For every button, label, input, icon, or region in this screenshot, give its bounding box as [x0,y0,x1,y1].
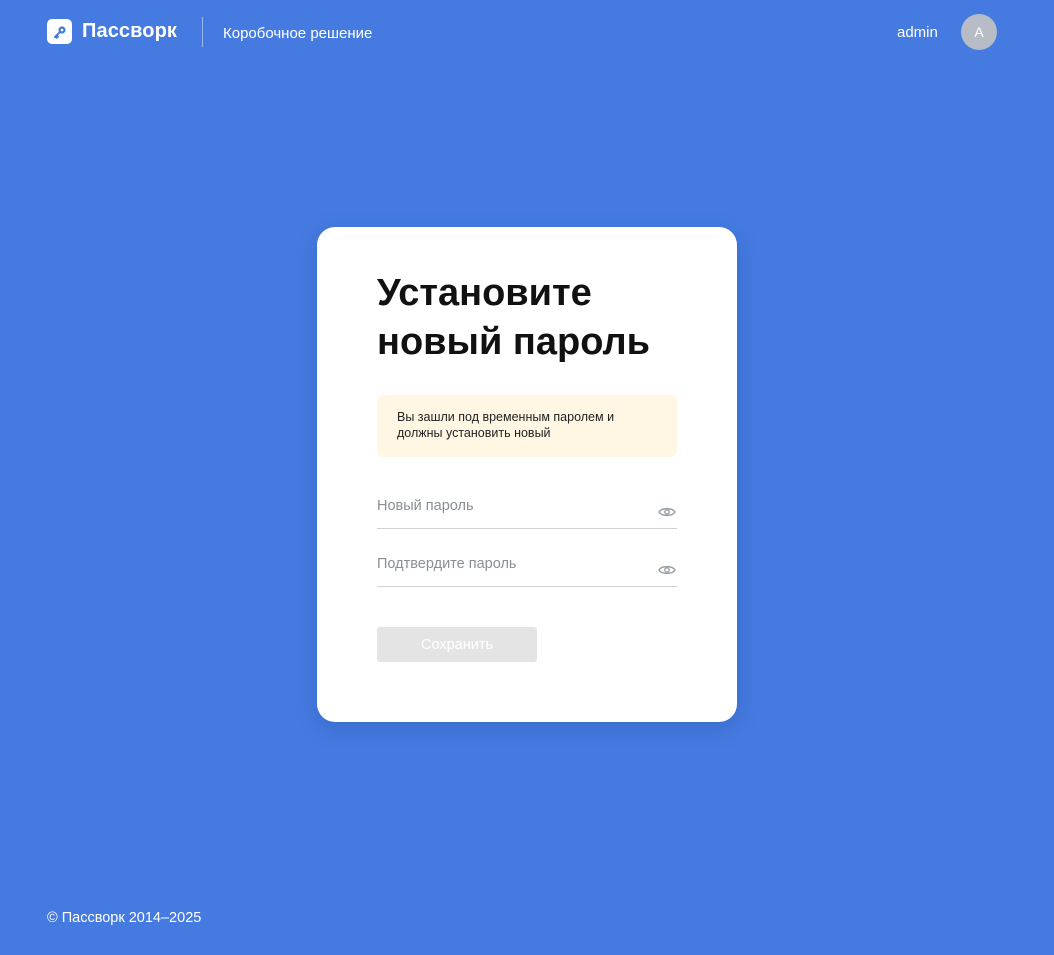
set-password-card: Установите новый пароль Вы зашли под вре… [317,227,737,722]
brand-name: Пассворк [82,20,178,42]
header-divider [202,17,203,47]
new-password-input[interactable] [377,490,647,522]
new-password-field [377,490,677,529]
eye-icon[interactable] [657,504,677,520]
page-title: Установите новый пароль [377,272,650,363]
save-button[interactable]: Сохранить [377,627,537,662]
key-icon [47,19,72,44]
avatar[interactable]: A [961,14,997,50]
user-name[interactable]: admin [897,24,938,41]
confirm-password-field [377,548,677,587]
brand-logo[interactable]: Пассворк [47,19,177,44]
confirm-password-input[interactable] [377,548,647,580]
app-header: Пассворк Коробочное решение admin A [0,0,1054,66]
footer-copyright: © Пассворк 2014–2025 [47,910,202,926]
eye-icon[interactable] [657,562,677,578]
temporary-password-notice: Вы зашли под временным паролем и должны … [377,395,677,457]
product-name: Коробочное решение [223,25,373,42]
